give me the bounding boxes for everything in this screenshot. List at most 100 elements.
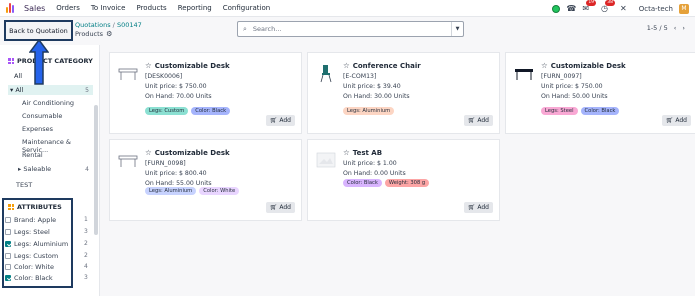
product-price: Unit price: $ 750.00	[541, 83, 603, 90]
product-tags: Legs: Custom Color: Black	[145, 107, 231, 115]
tag-badge: Color: Black	[343, 179, 382, 187]
desk-image-icon	[118, 155, 138, 167]
menu-products[interactable]: Products	[136, 4, 166, 12]
favorite-star-icon[interactable]: ☆	[343, 61, 350, 70]
add-button[interactable]: 🛒︎ Add	[265, 115, 295, 126]
search-input[interactable]: Search...	[253, 25, 451, 33]
menu-reporting[interactable]: Reporting	[178, 4, 212, 12]
checkbox[interactable]	[5, 229, 11, 235]
product-name[interactable]: ☆ Conference Chair	[343, 61, 421, 70]
product-tags: Legs: Aluminium Color: White	[145, 187, 240, 195]
add-button[interactable]: 🛒︎ Add	[661, 115, 691, 126]
app-name[interactable]: Sales	[24, 4, 45, 13]
category-rental[interactable]: Rental	[22, 151, 43, 159]
favorite-star-icon[interactable]: ☆	[145, 61, 152, 70]
product-name-text: Test AB	[352, 148, 383, 157]
category-saleable[interactable]: ▸ Saleable	[18, 165, 51, 173]
up-arrow-icon	[29, 39, 49, 85]
attribute-label: Legs: Custom	[14, 252, 59, 260]
search-options-toggle[interactable]: ▼	[451, 22, 463, 36]
category-all-root[interactable]: All	[14, 72, 22, 80]
category-air-conditioning[interactable]: Air Conditioning	[22, 99, 74, 107]
attribute-label: Color: Black	[14, 274, 53, 282]
tag-badge: Legs: Aluminium	[343, 107, 395, 115]
attribute-label: Legs: Steel	[14, 228, 50, 236]
app-logo-icon[interactable]	[6, 3, 16, 13]
product-card[interactable]: ☆ Test AB Unit price: $ 1.00 On Hand: 0.0…	[307, 139, 500, 221]
checkbox[interactable]	[5, 264, 11, 270]
menu-to-invoice[interactable]: To Invoice	[91, 4, 126, 12]
cart-icon: 🛒︎	[269, 204, 278, 211]
attribute-count: 2	[84, 240, 88, 247]
breadcrumb-separator: /	[112, 21, 115, 29]
company-switcher[interactable]: Octa-tech	[639, 5, 673, 13]
settings-icon[interactable]: ✕	[620, 4, 627, 13]
user-avatar[interactable]: M	[679, 3, 689, 14]
activity-clock-icon[interactable]: ◷ 38	[601, 0, 616, 13]
tag-badge: Legs: Steel	[541, 107, 578, 115]
product-card[interactable]: ☆ Customizable Desk [DESK0006] Unit price…	[109, 52, 302, 134]
back-to-quotation-button[interactable]: Back to Quotation	[4, 20, 73, 41]
phone-icon[interactable]: ☎	[566, 4, 576, 13]
attribute-color-white[interactable]: Color: White	[5, 263, 54, 271]
tag-badge: Color: Black	[191, 107, 231, 115]
product-name[interactable]: ☆ Customizable Desk	[145, 61, 230, 70]
product-card[interactable]: ☆ Customizable Desk [FURN_0097] Unit pric…	[505, 52, 695, 134]
gear-icon[interactable]: ⚙	[106, 30, 112, 38]
status-indicator-icon[interactable]	[552, 4, 561, 13]
pager-next-icon[interactable]: ›	[682, 24, 685, 32]
product-name[interactable]: ☆ Customizable Desk	[145, 148, 230, 157]
attribute-legs-aluminium[interactable]: Legs: Aluminium	[5, 240, 68, 248]
messages-icon[interactable]: ✉ 19	[582, 0, 597, 13]
product-name[interactable]: ☆ Test AB	[343, 148, 382, 157]
attribute-legs-custom[interactable]: Legs: Custom	[5, 252, 58, 260]
product-onhand: On Hand: 30.00 Units	[343, 93, 410, 100]
menu-orders[interactable]: Orders	[56, 4, 80, 12]
product-onhand: On Hand: 55.00 Units	[145, 180, 212, 187]
checkbox-checked[interactable]	[5, 275, 11, 281]
category-all[interactable]: ▾ All	[10, 86, 23, 94]
add-label: Add	[477, 204, 489, 211]
attribute-legs-steel[interactable]: Legs: Steel	[5, 228, 50, 236]
attribute-label: Brand: Apple	[14, 216, 57, 224]
systray: ☎ ✉ 19 ◷ 38 ✕ Octa-tech M	[552, 0, 689, 17]
product-onhand: On Hand: 50.00 Units	[541, 93, 608, 100]
pager-value[interactable]: 1-5 / 5	[647, 24, 668, 32]
attribute-count: 3	[84, 274, 88, 281]
breadcrumb-quotations[interactable]: Quotations	[75, 21, 111, 29]
checkbox[interactable]	[5, 253, 11, 259]
menu-configuration[interactable]: Configuration	[223, 4, 270, 12]
product-name-text: Customizable Desk	[154, 61, 230, 70]
product-card[interactable]: ☆ Customizable Desk [FURN_0098] Unit pric…	[109, 139, 302, 221]
page-title: Products ⚙	[75, 30, 112, 38]
favorite-star-icon[interactable]: ☆	[145, 148, 152, 157]
product-ref: [DESK0006]	[145, 73, 183, 80]
breadcrumb-order[interactable]: S00147	[117, 21, 142, 29]
checkbox[interactable]	[5, 217, 11, 223]
search-bar[interactable]: ⌕ Search... ▼	[237, 21, 464, 37]
category-consumable[interactable]: Consumable	[22, 112, 62, 120]
product-ref: [FURN_0097]	[541, 73, 582, 80]
add-button[interactable]: 🛒︎ Add	[265, 202, 295, 213]
product-name[interactable]: ☆ Customizable Desk	[541, 61, 626, 70]
add-button[interactable]: 🛒︎ Add	[463, 202, 493, 213]
favorite-star-icon[interactable]: ☆	[343, 148, 350, 157]
category-expenses[interactable]: Expenses	[22, 125, 53, 133]
checkbox-checked[interactable]	[5, 241, 11, 247]
attribute-color-black[interactable]: Color: Black	[5, 274, 53, 282]
sidebar-scrollbar[interactable]	[94, 105, 98, 235]
product-card[interactable]: ☆ Conference Chair [E-COM13] Unit price: …	[307, 52, 500, 134]
attribute-brand-apple[interactable]: Brand: Apple	[5, 216, 56, 224]
product-name-text: Customizable Desk	[550, 61, 626, 70]
favorite-star-icon[interactable]: ☆	[541, 61, 548, 70]
attributes-grid-icon	[8, 204, 14, 210]
product-price: Unit price: $ 39.40	[343, 83, 401, 90]
product-price: Unit price: $ 750.00	[145, 83, 207, 90]
attribute-label: Color: White	[14, 263, 55, 271]
cart-icon: 🛒︎	[467, 117, 476, 124]
add-button[interactable]: 🛒︎ Add	[463, 115, 493, 126]
cart-icon: 🛒︎	[269, 117, 278, 124]
pager-prev-icon[interactable]: ‹	[674, 24, 677, 32]
category-test[interactable]: TEST	[16, 181, 32, 189]
chair-image-icon	[320, 65, 332, 83]
